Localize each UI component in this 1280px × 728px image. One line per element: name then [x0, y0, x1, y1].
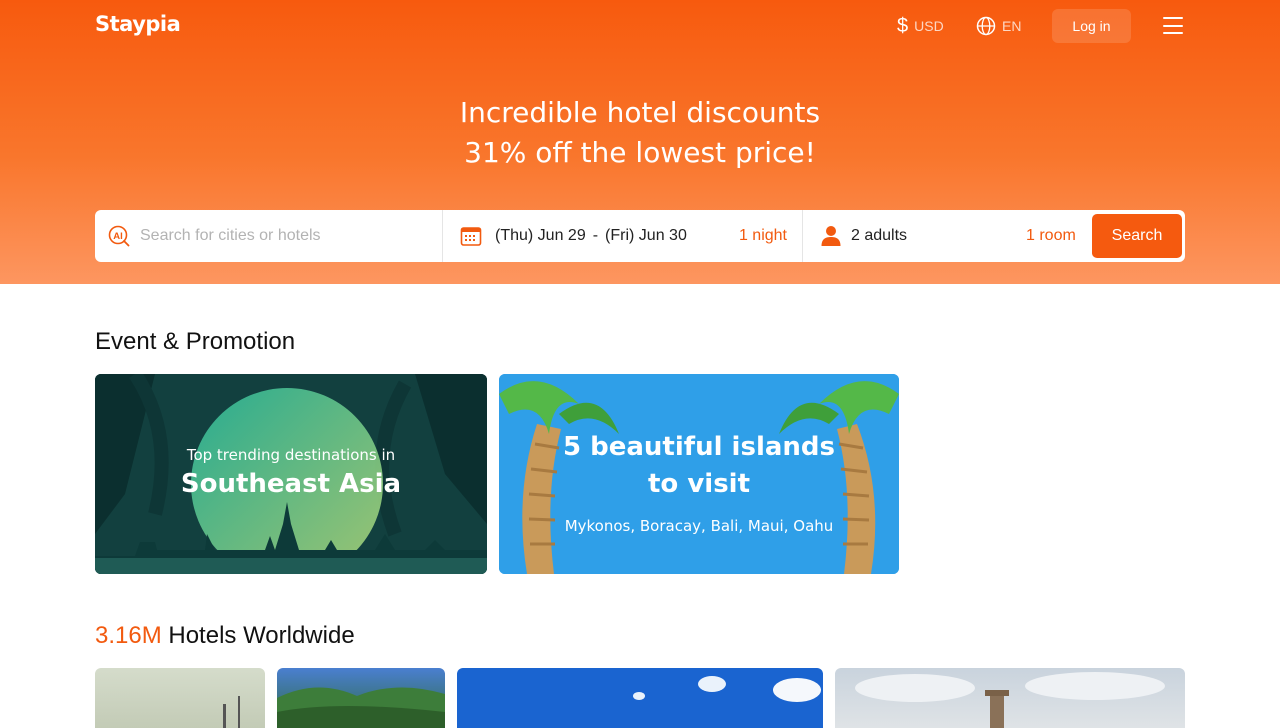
destination-card[interactable] — [835, 668, 1185, 728]
hotels-title-text: Hotels Worldwide — [161, 622, 355, 649]
svg-text:AI: AI — [113, 231, 123, 242]
guests-count: 2 adults — [851, 227, 908, 244]
language-label: EN — [1002, 18, 1022, 34]
logo[interactable]: Staypia — [95, 12, 181, 36]
date-selector[interactable]: (Thu) Jun 29 - (Fri) Jun 30 1 night — [443, 210, 803, 262]
search-button[interactable]: Search — [1092, 214, 1182, 258]
destination-field[interactable]: AI — [95, 210, 443, 262]
promo-card-islands[interactable]: 5 beautiful islands to visit Mykonos, Bo… — [499, 374, 899, 574]
calendar-icon — [460, 227, 482, 246]
promo-card-southeast-asia[interactable]: Top trending destinations in Southeast A… — [95, 374, 487, 574]
promo-2-line-3: Mykonos, Boracay, Bali, Maui, Oahu — [564, 517, 834, 535]
date-separator: - — [592, 227, 599, 244]
search-bar: AI (Thu) Jun 29 - (Fri) Jun 30 1 night — [95, 210, 1185, 262]
hotels-title: 3.16M Hotels Worldwide — [95, 622, 355, 650]
promo-1-line-1: Top trending destinations in — [186, 446, 396, 464]
tropical-landscape-image — [277, 687, 445, 728]
rooms-count: 1 room — [1026, 227, 1076, 244]
promo-2-line-1: 5 beautiful islands — [562, 432, 835, 462]
city-skyline-image — [223, 696, 240, 728]
check-out-date: (Fri) Jun 30 — [605, 227, 687, 244]
hero-line-2: 31% off the lowest price! — [464, 136, 816, 169]
login-button[interactable]: Log in — [1052, 9, 1131, 43]
globe-icon — [976, 16, 996, 36]
ai-search-icon: AI — [108, 225, 130, 247]
promo-2-line-2: to visit — [647, 469, 751, 499]
hero-banner: Staypia $ USD EN Log in Incredible hotel… — [0, 0, 1280, 284]
dollar-icon: $ — [897, 15, 909, 37]
promo-1-line-2: Southeast Asia — [180, 469, 402, 499]
destination-input[interactable] — [140, 227, 430, 245]
language-selector[interactable]: EN — [976, 16, 1021, 36]
nights-count: 1 night — [738, 227, 787, 244]
hamburger-menu-icon[interactable] — [1163, 17, 1183, 34]
destination-card[interactable] — [95, 668, 265, 728]
hero-headline: Incredible hotel discounts 31% off the l… — [0, 93, 1280, 173]
hotels-count: 3.16M — [95, 622, 162, 649]
currency-label: USD — [914, 18, 944, 34]
hero-line-1: Incredible hotel discounts — [459, 96, 821, 129]
destination-card[interactable] — [457, 668, 823, 728]
check-in-date: (Thu) Jun 29 — [495, 227, 586, 244]
historic-tower-image — [855, 672, 1165, 728]
promotions-title: Event & Promotion — [95, 328, 296, 355]
sky-clouds-image — [633, 676, 821, 702]
person-icon — [821, 226, 841, 246]
currency-selector[interactable]: $ USD — [897, 16, 944, 36]
destination-card[interactable] — [277, 668, 445, 728]
